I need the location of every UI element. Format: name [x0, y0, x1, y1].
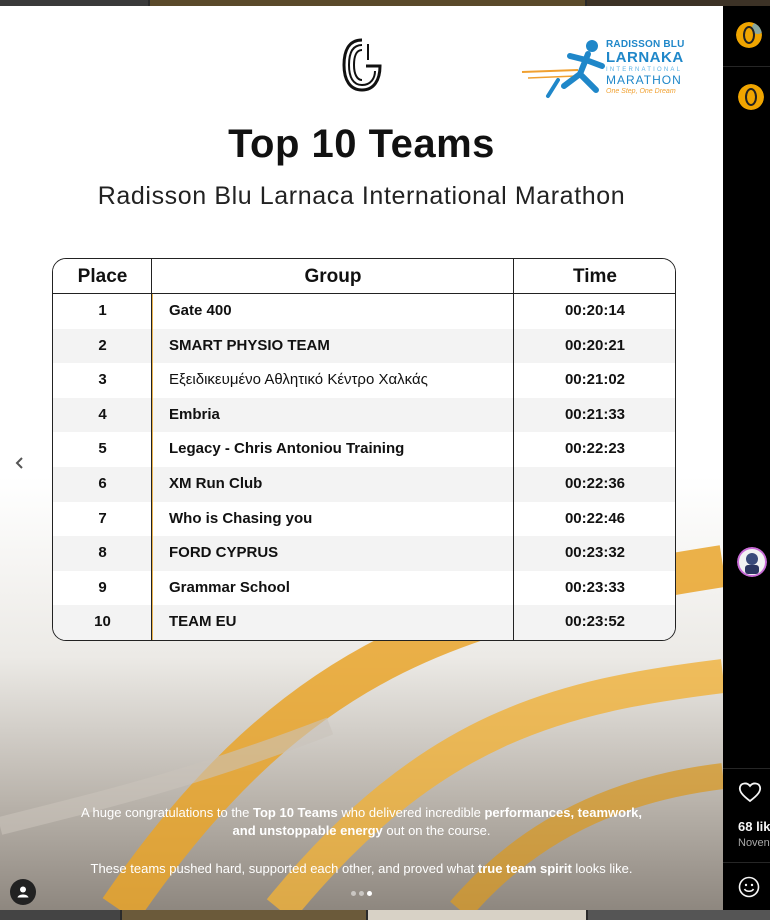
row-group: XM Run Club — [169, 475, 263, 492]
table-row: 7 Who is Chasing you 00:22:46 — [53, 502, 675, 537]
results-table: Place Group Time 1 Gate 400 00:20:14 2 S… — [52, 258, 676, 641]
caption-text: These teams pushed hard, supported each … — [90, 861, 478, 876]
commenter-avatar[interactable] — [737, 547, 767, 577]
row-place: 1 — [98, 302, 107, 319]
row-group: FORD CYPRUS — [169, 544, 279, 562]
table-row: 9 Grammar School 00:23:33 — [53, 571, 675, 606]
row-place: 9 — [98, 578, 107, 596]
table-row: 10 TEAM EU 00:23:52 — [53, 605, 675, 640]
previous-slide-button[interactable] — [8, 451, 32, 475]
post-media: RADISSON BLU LARNAKA INTERNATIONAL MARAT… — [0, 6, 723, 910]
header-group: Group — [304, 266, 362, 287]
author-avatar[interactable] — [736, 22, 762, 48]
caption-text: who delivered incredible — [337, 805, 485, 820]
post-sidebar: 68 lik Noven — [723, 6, 770, 910]
post-date: Noven — [738, 837, 770, 849]
caption-paragraph-1: A huge congratulations to the Top 10 Tea… — [40, 804, 683, 840]
row-time: 00:22:36 — [564, 475, 626, 492]
row-group: Legacy - Chris Antoniou Training — [169, 440, 405, 458]
column-divider-accent — [152, 294, 153, 640]
row-time: 00:20:21 — [564, 336, 626, 354]
row-group: TEAM EU — [169, 613, 237, 631]
table-header: Place Group Time — [53, 259, 675, 294]
row-group: Embria — [169, 405, 220, 423]
sidebar-divider — [723, 862, 770, 863]
row-group: SMART PHYSIO TEAM — [169, 336, 330, 354]
row-time: 00:23:32 — [564, 544, 626, 562]
caption-text: A huge congratulations to the — [80, 805, 253, 820]
marathon-logo-tagline: One Step, One Dream — [606, 88, 676, 95]
table-row: 3 Εξειδικευμένο Αθλητικό Κέντρο Χαλκάς 0… — [53, 363, 675, 398]
avatar-logo-icon — [738, 84, 764, 110]
avatar-logo-icon — [736, 22, 762, 48]
caption-text: looks like. — [571, 861, 633, 876]
row-time: 00:21:33 — [564, 405, 626, 423]
smiley-icon[interactable] — [738, 876, 760, 898]
row-group: Gate 400 — [169, 302, 232, 319]
table-row: 5 Legacy - Chris Antoniou Training 00:22… — [53, 432, 675, 467]
commenter-avatar[interactable] — [738, 84, 764, 110]
carousel-dot-active — [367, 891, 372, 896]
caption-emphasis: and unstoppable energy — [232, 823, 383, 838]
carousel-indicator — [349, 890, 379, 898]
row-time: 00:23:33 — [564, 578, 626, 596]
table-row: 8 FORD CYPRUS 00:23:32 — [53, 536, 675, 571]
table-row: 6 XM Run Club 00:22:36 — [53, 467, 675, 502]
marathon-logo-line4: MARATHON — [606, 73, 682, 87]
user-icon — [17, 886, 29, 898]
caption-paragraph-2: These teams pushed hard, supported each … — [40, 860, 683, 878]
table-row: 2 SMART PHYSIO TEAM 00:20:21 — [53, 328, 675, 364]
table-row: 4 Embria 00:21:33 — [53, 397, 675, 433]
post-subtitle: Radisson Blu Larnaca International Marat… — [97, 182, 626, 210]
table-row: 1 Gate 400 00:20:14 — [53, 294, 675, 329]
row-group: Εξειδικευμένο Αθλητικό Κέντρο Χαλκάς — [169, 371, 428, 389]
heart-icon[interactable] — [738, 781, 762, 803]
row-place: 3 — [98, 371, 107, 389]
row-time: 00:23:52 — [564, 613, 626, 631]
column-divider — [513, 259, 514, 640]
row-place: 6 — [98, 475, 107, 492]
caption-emphasis: Top 10 Teams — [253, 805, 338, 820]
row-place: 10 — [94, 613, 111, 631]
header-place: Place — [77, 266, 128, 287]
row-place: 8 — [98, 544, 107, 562]
sidebar-divider — [723, 768, 770, 769]
chevron-left-icon — [15, 457, 23, 469]
instagram-post-viewer: RADISSON BLU LARNAKA INTERNATIONAL MARAT… — [0, 0, 770, 920]
row-place: 4 — [98, 405, 107, 423]
header-time: Time — [572, 266, 617, 287]
row-time: 00:22:46 — [564, 509, 626, 527]
row-group: Grammar School — [169, 578, 290, 596]
carousel-dot — [359, 891, 364, 896]
row-time: 00:21:02 — [564, 371, 626, 389]
row-place: 7 — [98, 509, 107, 527]
avatar-photo-icon — [737, 547, 767, 577]
background-grid-bottom — [0, 910, 770, 920]
row-place: 5 — [98, 440, 107, 458]
caption-emphasis: performances, teamwork, — [484, 805, 642, 820]
carousel-dot — [351, 891, 356, 896]
row-place: 2 — [98, 336, 107, 354]
tagged-users-button[interactable] — [10, 879, 36, 905]
marathon-logo-line2: LARNAKA — [606, 49, 684, 66]
likes-count[interactable]: 68 lik — [738, 819, 770, 834]
marathon-logo-text: RADISSON BLU LARNAKA INTERNATIONAL MARAT… — [606, 39, 696, 97]
caption-emphasis: true team spirit — [477, 861, 572, 876]
row-time: 00:22:23 — [564, 440, 626, 458]
brand-logo-icon — [342, 38, 382, 92]
sidebar-divider — [723, 66, 770, 67]
post-title: Top 10 Teams — [228, 122, 495, 166]
row-time: 00:20:14 — [564, 302, 626, 319]
row-group: Who is Chasing you — [169, 509, 313, 527]
caption-text: out on the course. — [382, 823, 491, 838]
